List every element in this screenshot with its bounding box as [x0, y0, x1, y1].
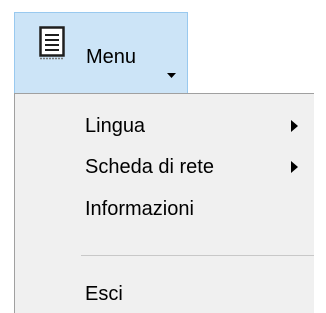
menu-item-label: Lingua: [85, 115, 146, 137]
menu-item-scheda-di-rete[interactable]: Scheda di rete: [15, 147, 314, 187]
dropdown-arrow-icon: [167, 73, 176, 78]
menu-item-lingua[interactable]: Lingua: [15, 106, 314, 146]
menu-item-label: Scheda di rete: [85, 156, 214, 178]
menu-button-label: Menu: [86, 46, 137, 68]
menu-item-esci[interactable]: Esci: [15, 274, 314, 313]
menu-separator: [81, 255, 314, 256]
menu-item-informazioni[interactable]: Informazioni: [15, 189, 314, 229]
document-lines-icon: [39, 26, 65, 60]
submenu-arrow-icon: [291, 161, 298, 173]
menu-item-label: Esci: [85, 283, 123, 305]
menu-item-label: Informazioni: [85, 198, 194, 220]
menu-button[interactable]: Menu: [14, 12, 188, 94]
submenu-arrow-icon: [291, 120, 298, 132]
dropdown-menu: Lingua Scheda di rete Informazioni Esci: [14, 93, 314, 313]
